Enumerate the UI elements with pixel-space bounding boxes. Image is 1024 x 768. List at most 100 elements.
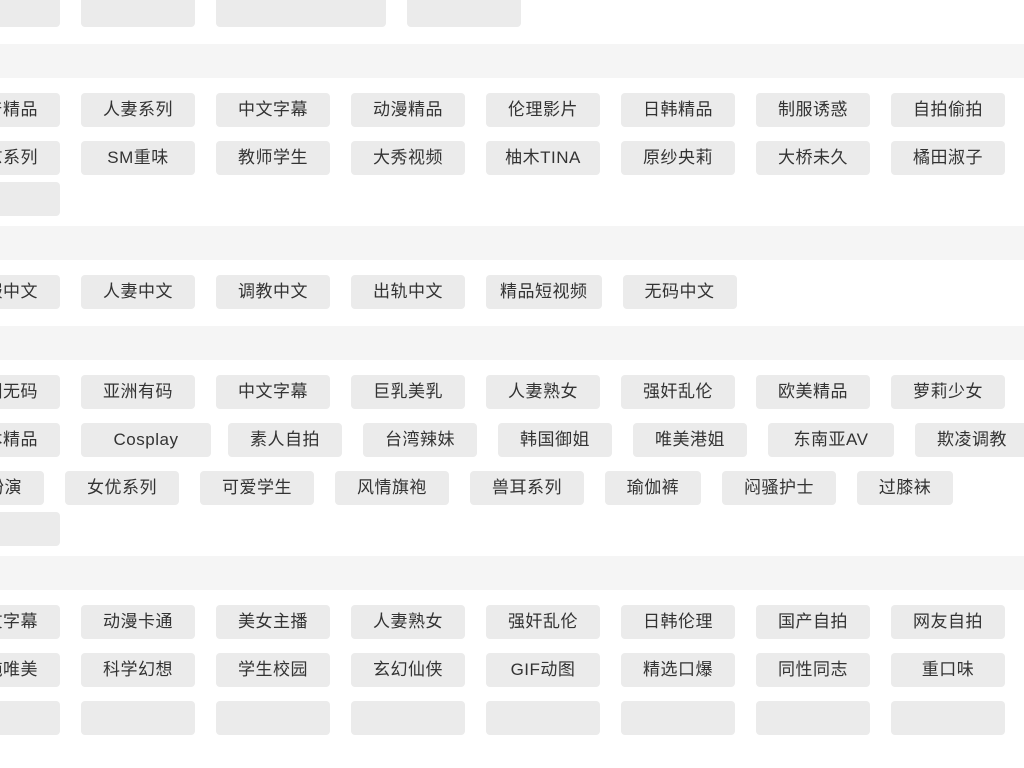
tag-chip[interactable]: 人妻熟女: [486, 375, 600, 409]
tag-section-chinese-subtitle: 制服中文 人妻中文 调教中文 出轨中文 精品短视频 无码中文: [0, 226, 1024, 326]
tag-chip[interactable]: 无码中文: [622, 275, 737, 309]
tag-chip[interactable]: 闷骚护士: [722, 471, 836, 505]
tag-chip[interactable]: [0, 0, 60, 27]
tag-chip[interactable]: [486, 701, 600, 735]
tag-chip[interactable]: 兽耳系列: [470, 471, 584, 505]
tag-chip[interactable]: 韩国御姐: [498, 423, 612, 457]
tag-section-domestic: 国产精品 人妻系列 中文字幕 动漫精品 伦理影片 日韩精品 制服诱惑 自拍偷拍 …: [0, 44, 1024, 226]
tag-chip[interactable]: 人妻系列: [81, 93, 195, 127]
tag-chip[interactable]: 瑜伽裤: [605, 471, 701, 505]
tag-chip[interactable]: 欧美精品: [756, 375, 870, 409]
tag-chip[interactable]: 柚木TINA: [486, 141, 600, 175]
tag-chip[interactable]: 中文字幕: [216, 375, 330, 409]
tag-chip[interactable]: 欺凌调教: [915, 423, 1024, 457]
tag-chip[interactable]: 动漫卡通: [81, 605, 195, 639]
tag-chip[interactable]: [81, 0, 195, 27]
tag-chip[interactable]: 国产精品: [0, 93, 60, 127]
tag-section-asian: 亚洲无码 亚洲有码 中文字幕 巨乳美乳 人妻熟女 强奸乱伦 欧美精品 萝莉少女 …: [0, 326, 1024, 556]
tag-chip[interactable]: SM重味: [81, 141, 195, 175]
tag-chip[interactable]: 人妻中文: [81, 275, 195, 309]
tag-row: 中文字幕 动漫卡通 美女主播 人妻熟女 强奸乱伦 日韩伦理 国产自拍 网友自拍: [0, 598, 1024, 646]
tag-row: 制服中文 人妻中文 调教中文 出轨中文 精品短视频 无码中文: [0, 268, 1024, 316]
tag-section-body: 中文字幕 动漫卡通 美女主播 人妻熟女 强奸乱伦 日韩伦理 国产自拍 网友自拍 …: [0, 590, 1024, 752]
tag-section-body: 制服中文 人妻中文 调教中文 出轨中文 精品短视频 无码中文: [0, 260, 1024, 326]
tag-chip[interactable]: 玄幻仙侠: [351, 653, 465, 687]
tag-chip[interactable]: 可爱学生: [200, 471, 314, 505]
tag-chip[interactable]: [216, 0, 386, 27]
tag-chip[interactable]: [0, 701, 60, 735]
tag-chip[interactable]: 自慰系列: [0, 141, 60, 175]
tag-chip[interactable]: 亚洲无码: [0, 375, 60, 409]
tag-chip[interactable]: 制服诱惑: [756, 93, 870, 127]
tag-row: 亚洲无码 亚洲有码 中文字幕 巨乳美乳 人妻熟女 强奸乱伦 欧美精品 萝莉少女: [0, 368, 1024, 416]
tag-chip[interactable]: 人妻熟女: [351, 605, 465, 639]
tag-chip[interactable]: 动漫精品: [351, 93, 465, 127]
tag-chip[interactable]: 学生校园: [216, 653, 330, 687]
tag-chip[interactable]: 自拍偷拍: [891, 93, 1005, 127]
tag-chip[interactable]: 中文字幕: [216, 93, 330, 127]
tag-chip[interactable]: 古装扮演: [0, 471, 44, 505]
tag-chip[interactable]: 国产自拍: [756, 605, 870, 639]
tag-chip[interactable]: 制服中文: [0, 275, 60, 309]
tag-chip[interactable]: 中文字幕: [0, 605, 60, 639]
tag-chip[interactable]: 台湾辣妹: [363, 423, 477, 457]
tag-chip[interactable]: 巨乳美乳: [351, 375, 465, 409]
tag-row: [0, 182, 1024, 216]
tag-chip[interactable]: 女优系列: [65, 471, 179, 505]
tag-chip[interactable]: 同性同志: [756, 653, 870, 687]
tag-chip[interactable]: 伦理影片: [486, 93, 600, 127]
section-header-band: [0, 556, 1024, 590]
tag-chip[interactable]: GIF动图: [486, 653, 600, 687]
tag-chip[interactable]: 风情旗袍: [335, 471, 449, 505]
tag-chip[interactable]: 原纱央莉: [621, 141, 735, 175]
section-header-band: [0, 326, 1024, 360]
tag-chip[interactable]: 教师学生: [216, 141, 330, 175]
tag-section-body: 国产精品 人妻系列 中文字幕 动漫精品 伦理影片 日韩精品 制服诱惑 自拍偷拍 …: [0, 78, 1024, 226]
tag-section-body: 亚洲无码 亚洲有码 中文字幕 巨乳美乳 人妻熟女 强奸乱伦 欧美精品 萝莉少女 …: [0, 360, 1024, 556]
tag-chip[interactable]: [407, 0, 521, 27]
tag-row: [0, 512, 1024, 546]
tag-chip[interactable]: Cosplay: [81, 423, 211, 457]
tag-chip[interactable]: [0, 512, 60, 546]
tag-chip[interactable]: 精品短视频: [486, 275, 602, 309]
tag-chip[interactable]: [0, 182, 60, 216]
tag-chip[interactable]: 重口味: [891, 653, 1005, 687]
tag-chip[interactable]: 萝莉少女: [891, 375, 1005, 409]
tag-row: [0, 694, 1024, 742]
tag-row: 清纯唯美 科学幻想 学生校园 玄幻仙侠 GIF动图 精选口爆 同性同志 重口味: [0, 646, 1024, 694]
tag-chip[interactable]: 美女主播: [216, 605, 330, 639]
tag-chip[interactable]: 素人自拍: [228, 423, 342, 457]
scroll-surface[interactable]: 国产精品 人妻系列 中文字幕 动漫精品 伦理影片 日韩精品 制服诱惑 自拍偷拍 …: [0, 0, 1024, 752]
tag-chip[interactable]: 出轨中文: [351, 275, 465, 309]
tag-row: 国产精品 人妻系列 中文字幕 动漫精品 伦理影片 日韩精品 制服诱惑 自拍偷拍: [0, 86, 1024, 134]
section-header-band: [0, 44, 1024, 78]
tag-chip[interactable]: [351, 701, 465, 735]
tag-chip[interactable]: [81, 701, 195, 735]
tag-chip[interactable]: [621, 701, 735, 735]
tag-chip[interactable]: 橘田淑子: [891, 141, 1005, 175]
tag-chip[interactable]: 网友自拍: [891, 605, 1005, 639]
tag-chip[interactable]: 精选口爆: [621, 653, 735, 687]
tag-row: [0, 0, 1024, 34]
tag-chip[interactable]: 清纯唯美: [0, 653, 60, 687]
tag-chip[interactable]: 日本精品: [0, 423, 60, 457]
tag-chip[interactable]: 亚洲有码: [81, 375, 195, 409]
tag-chip[interactable]: 大秀视频: [351, 141, 465, 175]
tag-chip[interactable]: [756, 701, 870, 735]
tag-chip[interactable]: 唯美港姐: [633, 423, 747, 457]
tag-chip[interactable]: 日韩伦理: [621, 605, 735, 639]
tag-chip[interactable]: 调教中文: [216, 275, 330, 309]
tag-chip[interactable]: 东南亚AV: [768, 423, 894, 457]
tag-chip[interactable]: 强奸乱伦: [486, 605, 600, 639]
tag-chip[interactable]: [216, 701, 330, 735]
tag-chip[interactable]: 过膝袜: [857, 471, 953, 505]
tag-browser-page: 国产精品 人妻系列 中文字幕 动漫精品 伦理影片 日韩精品 制服诱惑 自拍偷拍 …: [0, 0, 1024, 768]
tag-section-top-clipped: [0, 0, 1024, 44]
tag-chip[interactable]: 强奸乱伦: [621, 375, 735, 409]
tag-chip[interactable]: 科学幻想: [81, 653, 195, 687]
section-header-band: [0, 226, 1024, 260]
tag-section-anime: 中文字幕 动漫卡通 美女主播 人妻熟女 强奸乱伦 日韩伦理 国产自拍 网友自拍 …: [0, 556, 1024, 752]
tag-chip[interactable]: 大桥未久: [756, 141, 870, 175]
tag-chip[interactable]: [891, 701, 1005, 735]
tag-chip[interactable]: 日韩精品: [621, 93, 735, 127]
